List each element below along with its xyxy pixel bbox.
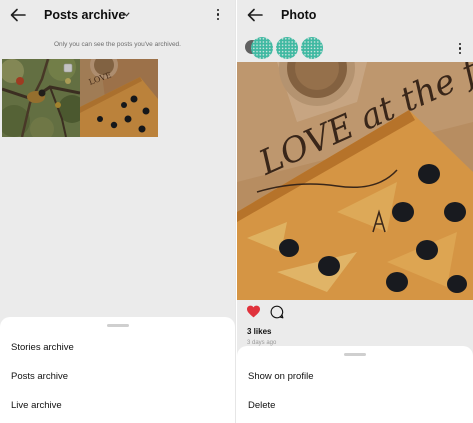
post-header (237, 34, 473, 62)
pizza-post-photo: LOVE at the first BITE (237, 62, 473, 300)
archive-top-bar: Posts archive (0, 0, 235, 32)
privacy-blur-dots (251, 37, 323, 59)
pizza-photo: LOVE (80, 59, 158, 137)
back-arrow-icon[interactable] (10, 8, 26, 22)
more-options-icon[interactable] (458, 43, 462, 55)
page-title[interactable]: Posts archive (44, 8, 125, 22)
archive-screen: Posts archive Only you can see the posts… (0, 0, 236, 423)
back-arrow-icon[interactable] (247, 8, 263, 22)
sheet-handle[interactable] (344, 353, 366, 356)
photo-top-bar: Photo (237, 0, 473, 32)
archive-type-sheet: Stories archive Posts archive Live archi… (0, 317, 235, 423)
more-options-icon[interactable] (216, 9, 220, 21)
sheet-item-posts-archive[interactable]: Posts archive (11, 371, 68, 382)
sheet-handle[interactable] (106, 324, 129, 327)
tree-bird-photo (2, 59, 80, 137)
show-on-profile-button[interactable]: Show on profile (248, 371, 313, 382)
archived-post-thumbnail[interactable] (2, 59, 80, 137)
page-title: Photo (281, 8, 317, 22)
select-box-icon (63, 63, 73, 73)
sheet-item-stories-archive[interactable]: Stories archive (11, 342, 74, 353)
post-photo[interactable]: LOVE at the first BITE (237, 62, 473, 300)
delete-button[interactable]: Delete (248, 400, 275, 411)
likes-count[interactable]: 3 likes (247, 327, 271, 336)
photo-screen: Photo LOVE at the 3 likes 3 days ago Sho… (237, 0, 473, 423)
post-options-sheet: Show on profile Delete (237, 346, 473, 423)
archived-post-thumbnail[interactable]: LOVE (80, 59, 158, 137)
chevron-down-icon[interactable] (123, 12, 130, 17)
sheet-item-live-archive[interactable]: Live archive (11, 400, 62, 411)
comment-icon[interactable] (270, 305, 284, 319)
heart-icon[interactable] (246, 305, 261, 318)
archive-notice: Only you can see the posts you've archiv… (54, 41, 181, 48)
